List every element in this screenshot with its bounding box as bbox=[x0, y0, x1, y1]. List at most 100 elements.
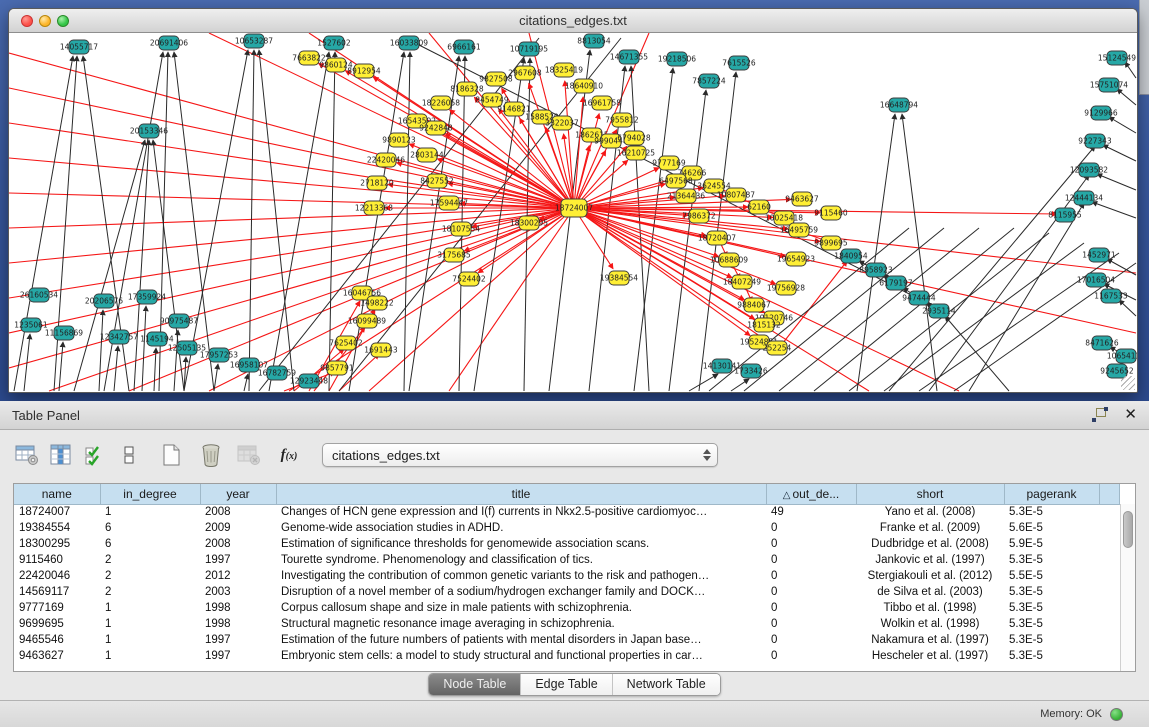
table-row[interactable]: 946554611997Estimation of the future num… bbox=[14, 632, 1120, 648]
teal-node[interactable]: 9129966 bbox=[1084, 106, 1118, 120]
teal-node[interactable]: 19218506 bbox=[658, 52, 696, 66]
yellow-node[interactable]: 16495759 bbox=[780, 223, 818, 237]
teal-node[interactable]: 1527602 bbox=[317, 36, 351, 50]
yellow-node[interactable]: 10807487 bbox=[717, 188, 755, 202]
row-height-icon[interactable] bbox=[114, 441, 144, 469]
teal-node[interactable]: 12923448 bbox=[290, 374, 328, 388]
teal-node[interactable]: 1452971 bbox=[1082, 248, 1116, 262]
teal-node[interactable]: 26160534 bbox=[20, 288, 58, 302]
teal-node[interactable]: 16648794 bbox=[880, 98, 918, 112]
yellow-node[interactable]: 16210725 bbox=[617, 146, 655, 160]
window-resize-grip[interactable] bbox=[1121, 376, 1135, 390]
teal-node[interactable]: 20691406 bbox=[150, 36, 188, 50]
teal-node[interactable]: 8958923 bbox=[859, 263, 893, 277]
table-scrollbar-thumb[interactable] bbox=[1123, 511, 1133, 548]
column-header-short[interactable]: short bbox=[856, 484, 1004, 504]
yellow-node[interactable]: 2718120 bbox=[360, 176, 394, 190]
table-row[interactable]: 2242004622012Investigating the contribut… bbox=[14, 568, 1120, 584]
yellow-node[interactable]: 9115460 bbox=[814, 206, 848, 220]
yellow-node[interactable]: 18640910 bbox=[565, 79, 603, 93]
teal-node[interactable]: 12093582 bbox=[1070, 163, 1108, 177]
teal-node[interactable]: 90975487 bbox=[160, 314, 198, 328]
yellow-node[interactable]: 2967608 bbox=[508, 66, 542, 80]
teal-node[interactable]: 20153346 bbox=[130, 124, 168, 138]
minimize-window-button[interactable] bbox=[39, 15, 51, 27]
teal-node[interactable]: 8471626 bbox=[1085, 336, 1119, 350]
yellow-node[interactable]: 21364436 bbox=[667, 189, 705, 203]
teal-node[interactable]: 8115955 bbox=[1048, 208, 1082, 222]
yellow-node[interactable]: 19384554 bbox=[600, 271, 638, 285]
yellow-node[interactable]: 18226058 bbox=[422, 96, 460, 110]
yellow-node[interactable]: 19756928 bbox=[767, 281, 805, 295]
teal-node[interactable]: 6966161 bbox=[447, 40, 481, 54]
table-row[interactable]: 1938455462009Genome-wide association stu… bbox=[14, 520, 1120, 536]
yellow-node[interactable]: 7524402 bbox=[452, 272, 486, 286]
yellow-node[interactable]: 10688609 bbox=[710, 253, 748, 267]
teal-node[interactable]: 12342757 bbox=[100, 330, 138, 344]
yellow-node[interactable]: 2803144 bbox=[410, 148, 444, 162]
yellow-node[interactable]: 18325419 bbox=[545, 63, 583, 77]
teal-node[interactable]: 16033809 bbox=[390, 36, 428, 50]
teal-node[interactable]: 15751074 bbox=[1090, 78, 1128, 92]
yellow-node[interactable]: 12213363 bbox=[355, 201, 393, 215]
yellow-node[interactable]: 8912954 bbox=[347, 64, 381, 78]
yellow-node[interactable]: 18107554 bbox=[442, 222, 480, 236]
teal-node[interactable]: 7857224 bbox=[692, 74, 726, 88]
column-header-pagerank[interactable]: pagerank bbox=[1004, 484, 1099, 504]
teal-node[interactable]: 9227343 bbox=[1078, 134, 1112, 148]
column-header-year[interactable]: year bbox=[200, 484, 276, 504]
table-row[interactable]: 1456911722003Disruption of a novel membe… bbox=[14, 584, 1120, 600]
tab-network-table[interactable]: Network Table bbox=[613, 674, 720, 695]
yellow-node[interactable]: 9884067 bbox=[737, 298, 771, 312]
zoom-window-button[interactable] bbox=[57, 15, 69, 27]
function-builder-icon[interactable]: f(x) bbox=[274, 441, 304, 469]
table-row[interactable]: 946362711997Embryonic stem cells: a mode… bbox=[14, 648, 1120, 664]
teal-node[interactable]: 17359924 bbox=[128, 290, 166, 304]
column-header-name[interactable]: name bbox=[14, 484, 100, 504]
table-row[interactable]: 977716911998Corpus callosum shape and si… bbox=[14, 600, 1120, 616]
column-header-title[interactable]: title bbox=[276, 484, 766, 504]
table-row[interactable]: 911546021997Tourette syndrome. Phenomeno… bbox=[14, 552, 1120, 568]
table-row[interactable]: 1830029562008Estimation of significance … bbox=[14, 536, 1120, 552]
teal-node[interactable]: 17016504 bbox=[1077, 273, 1115, 287]
teal-node[interactable]: 10654112 bbox=[1107, 349, 1137, 363]
teal-node[interactable]: 7615526 bbox=[722, 56, 756, 70]
table-header-row[interactable]: namein_degreeyeartitle△out_de...shortpag… bbox=[14, 484, 1120, 504]
teal-node[interactable]: 14055717 bbox=[60, 40, 98, 54]
yellow-node[interactable]: 18407249 bbox=[723, 275, 761, 289]
float-panel-icon[interactable] bbox=[1092, 408, 1108, 422]
teal-node[interactable]: 11156869 bbox=[45, 326, 83, 340]
teal-node[interactable]: 1840954 bbox=[834, 249, 868, 263]
yellow-node[interactable]: 19654923 bbox=[777, 252, 815, 266]
teal-node[interactable]: 14671355 bbox=[610, 50, 648, 64]
show-columns-icon[interactable] bbox=[46, 441, 76, 469]
network-window[interactable]: citations_edges.txt 14055717206914061065… bbox=[8, 8, 1138, 393]
yellow-node[interactable]: 3175685 bbox=[437, 248, 471, 262]
tab-node-table[interactable]: Node Table bbox=[429, 674, 521, 695]
tab-edge-table[interactable]: Edge Table bbox=[521, 674, 612, 695]
teal-node[interactable]: 1235061 bbox=[14, 318, 48, 332]
yellow-node[interactable]: 9857791 bbox=[320, 361, 354, 375]
teal-node[interactable]: 9474444 bbox=[902, 291, 936, 305]
select-columns-icon[interactable] bbox=[80, 441, 110, 469]
teal-node[interactable]: 6179197 bbox=[879, 276, 913, 290]
citation-network-graph[interactable]: 1405571720691406106532871527602160338096… bbox=[9, 33, 1137, 392]
yellow-node[interactable]: 1691443 bbox=[364, 343, 398, 357]
column-header-indegree[interactable]: in_degree bbox=[100, 484, 200, 504]
table-row[interactable]: 1872400712008Changes of HCN gene express… bbox=[14, 504, 1120, 520]
close-panel-icon[interactable]: ✕ bbox=[1124, 408, 1137, 422]
teal-node[interactable]: 8813054 bbox=[577, 34, 611, 48]
delete-column-icon[interactable] bbox=[196, 441, 226, 469]
yellow-node[interactable]: 3322037 bbox=[545, 116, 579, 130]
node-table[interactable]: namein_degreeyeartitle△out_de...shortpag… bbox=[14, 484, 1120, 664]
yellow-node[interactable]: 62160 bbox=[747, 200, 771, 214]
yellow-node[interactable]: 7625402 bbox=[329, 336, 363, 350]
table-row[interactable]: 969969511998Structural magnetic resonanc… bbox=[14, 616, 1120, 632]
yellow-node[interactable]: 1815132 bbox=[747, 318, 781, 332]
teal-node[interactable]: 10719195 bbox=[510, 42, 548, 56]
teal-node[interactable]: 12444134 bbox=[1065, 191, 1103, 205]
yellow-node[interactable]: 1498222 bbox=[360, 296, 394, 310]
yellow-node[interactable]: 9463627 bbox=[785, 192, 819, 206]
yellow-node[interactable]: 252254 bbox=[763, 341, 792, 355]
yellow-node[interactable]: 6497568 bbox=[659, 174, 693, 188]
